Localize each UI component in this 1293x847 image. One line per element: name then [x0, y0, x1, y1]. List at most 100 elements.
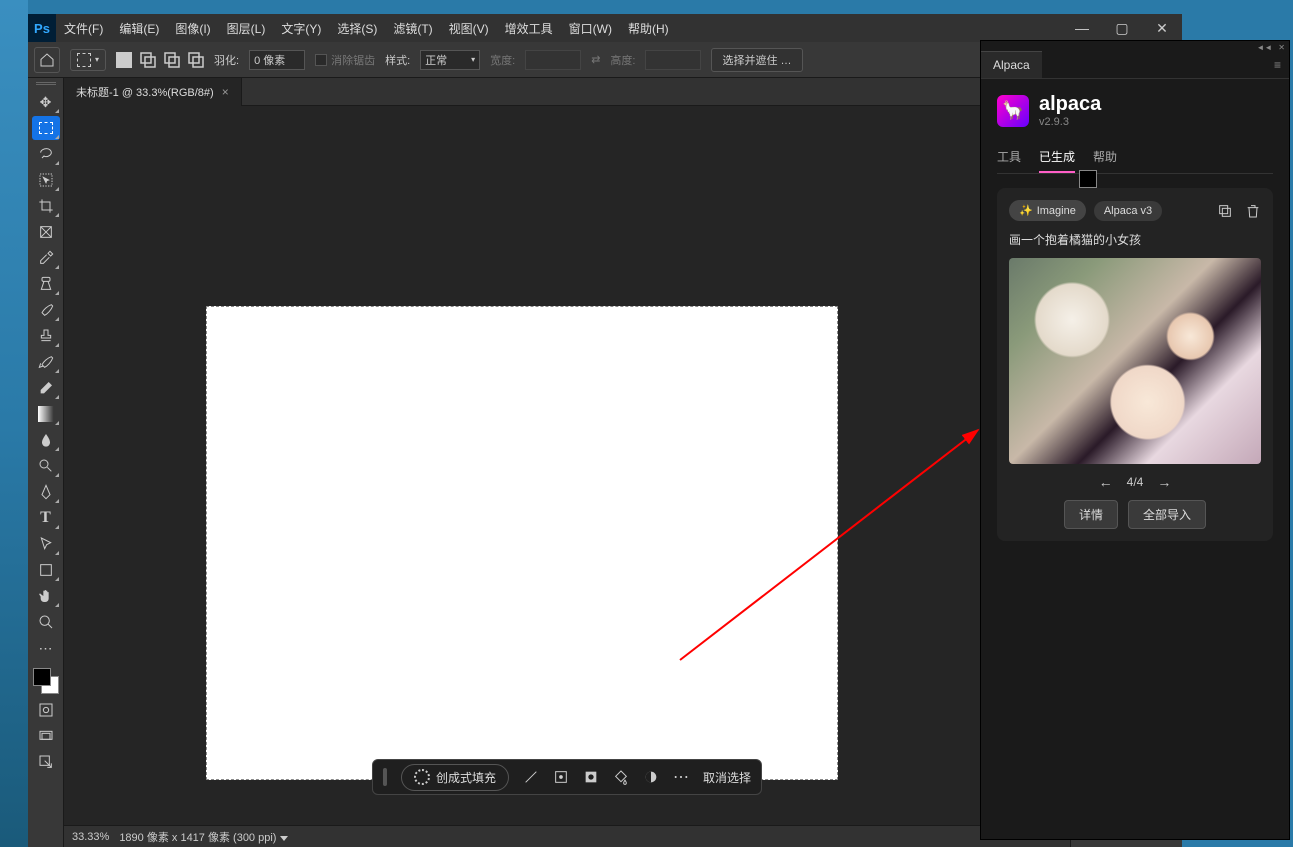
generative-fill-button[interactable]: 创成式填充 [401, 764, 509, 791]
menu-file[interactable]: 文件(F) [56, 20, 111, 37]
menu-view[interactable]: 视图(V) [441, 20, 497, 37]
crop-tool[interactable] [32, 194, 60, 218]
document-close-icon[interactable]: × [222, 85, 229, 99]
canvas-area[interactable]: 创成式填充 ⋯ 取消选择 [64, 106, 1070, 825]
feather-input[interactable] [249, 50, 305, 70]
brush-icon[interactable] [523, 769, 539, 785]
color-swatches[interactable] [31, 666, 61, 696]
pen-tool[interactable] [32, 480, 60, 504]
menu-plugins[interactable]: 增效工具 [497, 20, 561, 37]
document-dimensions[interactable]: 1890 像素 x 1417 像素 (300 ppi) [119, 829, 288, 845]
frame-tool[interactable] [32, 220, 60, 244]
screenmode-toggle[interactable] [32, 724, 60, 748]
edit-toolbar[interactable]: ⋯ [32, 636, 60, 660]
swap-wh-icon: ⇄ [591, 53, 600, 66]
quickmask-toggle[interactable] [32, 698, 60, 722]
generation-card: ✨Imagine Alpaca v3 画一个抱着橘猫的小女孩 ← 4/4 → 详… [997, 188, 1273, 541]
minimize-button[interactable]: — [1062, 15, 1102, 41]
panel-menu-icon[interactable]: ≡ [1266, 58, 1289, 72]
zoom-tool[interactable] [32, 610, 60, 634]
close-button[interactable]: ✕ [1142, 15, 1182, 41]
shape-tool[interactable] [32, 558, 60, 582]
alpaca-tab-generated[interactable]: 已生成 [1039, 142, 1075, 173]
zoom-level[interactable]: 33.33% [72, 831, 109, 843]
selection-subtract-icon[interactable] [164, 52, 180, 68]
menu-layer[interactable]: 图层(L) [219, 20, 274, 37]
delete-icon[interactable] [1245, 203, 1261, 219]
invert-icon[interactable] [643, 769, 659, 785]
alpaca-panel: ◄◄ ✕ Alpaca ≡ 🦙 alpaca v2.9.3 工具 已生成 帮助 ✨… [980, 40, 1290, 840]
alpaca-name: alpaca [1039, 93, 1101, 116]
path-select-tool[interactable] [32, 532, 60, 556]
style-select[interactable]: 正常▾ [420, 50, 480, 70]
selection-intersect-icon[interactable] [188, 52, 204, 68]
object-select-tool[interactable] [32, 168, 60, 192]
select-and-mask-button[interactable]: 选择并遮住 … [711, 48, 802, 72]
wand-icon: ✨ [1019, 204, 1033, 217]
gradient-tool[interactable] [32, 402, 60, 426]
menu-help[interactable]: 帮助(H) [620, 20, 677, 37]
eraser-tool[interactable] [32, 376, 60, 400]
imagine-chip[interactable]: ✨Imagine [1009, 200, 1086, 221]
type-tool[interactable]: T [32, 506, 60, 530]
history-brush-tool[interactable] [32, 350, 60, 374]
antialias-checkbox[interactable]: 消除锯齿 [315, 52, 375, 68]
feather-label: 羽化: [214, 52, 239, 68]
app-logo[interactable]: Ps [28, 14, 56, 42]
prev-image-button[interactable]: ← [1099, 474, 1113, 490]
alpaca-tab-tools[interactable]: 工具 [997, 142, 1021, 173]
panel-close-icon[interactable]: ✕ [1278, 43, 1285, 49]
selection-add-icon[interactable] [140, 52, 156, 68]
prompt-text: 画一个抱着橘猫的小女孩 [1009, 231, 1261, 248]
width-input [525, 50, 581, 70]
fill-icon[interactable] [613, 769, 629, 785]
generative-icon [414, 769, 430, 785]
alpaca-brand: 🦙 alpaca v2.9.3 [997, 93, 1273, 128]
adjust-icon[interactable] [553, 769, 569, 785]
brush-tool[interactable] [32, 298, 60, 322]
import-all-button[interactable]: 全部导入 [1128, 500, 1206, 529]
deselect-button[interactable]: 取消选择 [703, 769, 751, 786]
antialias-label: 消除锯齿 [331, 52, 375, 68]
stamp-tool[interactable] [32, 324, 60, 348]
model-chip[interactable]: Alpaca v3 [1094, 201, 1162, 221]
alpaca-window-tab[interactable]: Alpaca [981, 51, 1042, 78]
selection-new-icon[interactable] [116, 52, 132, 68]
menu-window[interactable]: 窗口(W) [561, 20, 620, 37]
canvas[interactable] [206, 306, 838, 780]
menubar: Ps 文件(F) 编辑(E) 图像(I) 图层(L) 文字(Y) 选择(S) 滤… [28, 14, 1182, 42]
marquee-tool[interactable] [32, 116, 60, 140]
menu-edit[interactable]: 编辑(E) [111, 20, 167, 37]
width-label: 宽度: [490, 52, 515, 68]
panel-collapse-icon[interactable]: ◄◄ [1256, 43, 1272, 49]
blur-tool[interactable] [32, 428, 60, 452]
hand-tool[interactable] [32, 584, 60, 608]
healing-tool[interactable] [32, 272, 60, 296]
document-tab-title: 未标题-1 @ 33.3%(RGB/8#) [76, 84, 214, 100]
desktop-background [0, 0, 28, 847]
toolbar-grip[interactable] [36, 82, 56, 88]
home-button[interactable] [34, 47, 60, 73]
details-button[interactable]: 详情 [1064, 500, 1118, 529]
style-label: 样式: [385, 52, 410, 68]
document-tab[interactable]: 未标题-1 @ 33.3%(RGB/8#) × [64, 78, 242, 106]
menu-select[interactable]: 选择(S) [329, 20, 385, 37]
menu-filter[interactable]: 滤镜(T) [385, 20, 440, 37]
generated-image[interactable] [1009, 258, 1261, 464]
height-label: 高度: [610, 52, 635, 68]
dodge-tool[interactable] [32, 454, 60, 478]
taskbar-grip[interactable] [383, 768, 387, 786]
share-button[interactable] [32, 750, 60, 774]
next-image-button[interactable]: → [1157, 474, 1171, 490]
copy-icon[interactable] [1217, 203, 1233, 219]
alpaca-tab-help[interactable]: 帮助 [1093, 142, 1117, 173]
menu-type[interactable]: 文字(Y) [273, 20, 329, 37]
lasso-tool[interactable] [32, 142, 60, 166]
maximize-button[interactable]: ▢ [1102, 15, 1142, 41]
mask-icon[interactable] [583, 769, 599, 785]
more-icon[interactable]: ⋯ [673, 769, 689, 785]
menu-image[interactable]: 图像(I) [167, 20, 218, 37]
move-tool[interactable]: ✥ [32, 90, 60, 114]
tool-preset[interactable]: ▾ [70, 49, 106, 71]
eyedropper-tool[interactable] [32, 246, 60, 270]
